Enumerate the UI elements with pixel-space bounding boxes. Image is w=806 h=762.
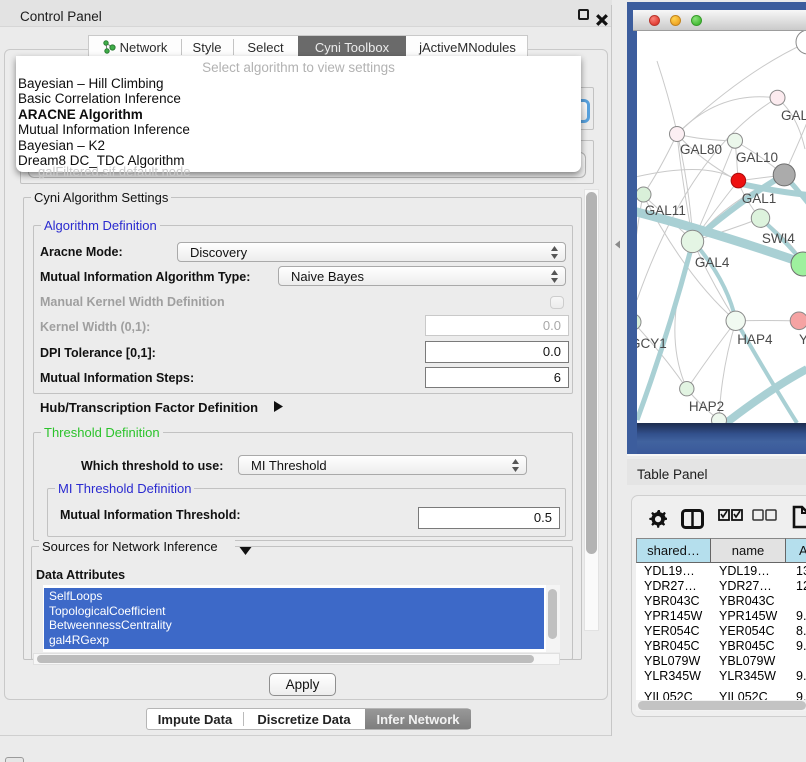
svg-text:GAL80: GAL80 xyxy=(680,142,722,157)
svg-text:SWI4: SWI4 xyxy=(762,231,795,246)
svg-text:GAL1: GAL1 xyxy=(742,191,777,206)
svg-text:GAL10: GAL10 xyxy=(736,150,778,165)
svg-text:GAL4: GAL4 xyxy=(695,255,730,270)
svg-text:GAL11: GAL11 xyxy=(645,203,686,218)
svg-text:GCY1: GCY1 xyxy=(637,336,667,351)
svg-text:HAP2: HAP2 xyxy=(689,399,724,414)
svg-text:HAP4: HAP4 xyxy=(737,332,773,347)
svg-text:GAL: GAL xyxy=(781,108,806,123)
svg-text:Y: Y xyxy=(799,332,806,347)
